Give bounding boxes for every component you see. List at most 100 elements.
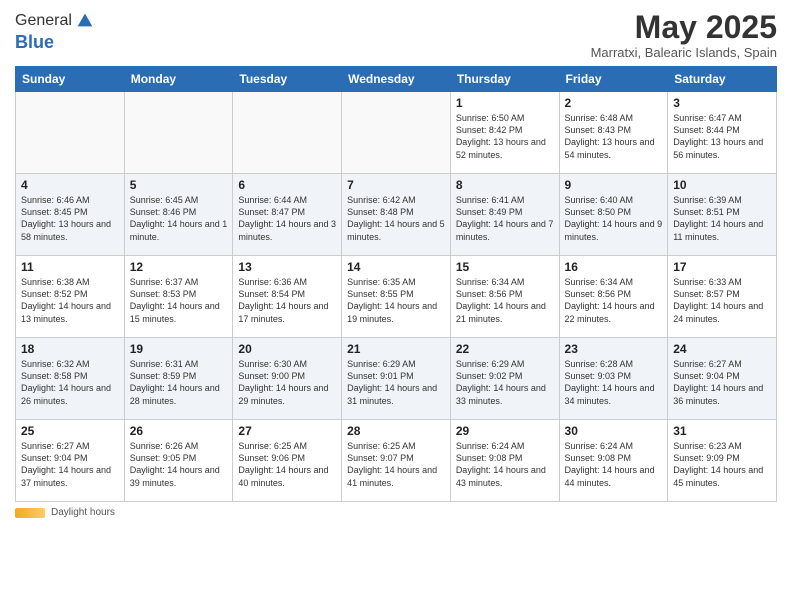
day-number: 9 <box>565 178 663 192</box>
calendar-cell: 13 Sunrise: 6:36 AM Sunset: 8:54 PM Dayli… <box>233 256 342 338</box>
month-title: May 2025 <box>591 10 777 45</box>
day-number: 14 <box>347 260 445 274</box>
calendar-cell <box>233 92 342 174</box>
calendar-week-3: 18 Sunrise: 6:32 AM Sunset: 8:58 PM Dayli… <box>16 338 777 420</box>
day-info: Sunrise: 6:41 AM Sunset: 8:49 PM Dayligh… <box>456 194 554 243</box>
calendar-cell: 25 Sunrise: 6:27 AM Sunset: 9:04 PM Dayli… <box>16 420 125 502</box>
day-number: 18 <box>21 342 119 356</box>
calendar-cell: 21 Sunrise: 6:29 AM Sunset: 9:01 PM Dayli… <box>342 338 451 420</box>
location: Marratxi, Balearic Islands, Spain <box>591 45 777 60</box>
calendar-cell: 9 Sunrise: 6:40 AM Sunset: 8:50 PM Daylig… <box>559 174 668 256</box>
day-info: Sunrise: 6:37 AM Sunset: 8:53 PM Dayligh… <box>130 276 228 325</box>
day-number: 15 <box>456 260 554 274</box>
calendar-cell: 24 Sunrise: 6:27 AM Sunset: 9:04 PM Dayli… <box>668 338 777 420</box>
day-info: Sunrise: 6:32 AM Sunset: 8:58 PM Dayligh… <box>21 358 119 407</box>
footer-note: Daylight hours <box>15 507 777 518</box>
title-block: May 2025 Marratxi, Balearic Islands, Spa… <box>591 10 777 60</box>
day-number: 27 <box>238 424 336 438</box>
day-number: 17 <box>673 260 771 274</box>
day-info: Sunrise: 6:45 AM Sunset: 8:46 PM Dayligh… <box>130 194 228 243</box>
day-number: 21 <box>347 342 445 356</box>
day-number: 20 <box>238 342 336 356</box>
calendar-cell: 15 Sunrise: 6:34 AM Sunset: 8:56 PM Dayli… <box>450 256 559 338</box>
calendar-week-1: 4 Sunrise: 6:46 AM Sunset: 8:45 PM Daylig… <box>16 174 777 256</box>
col-header-friday: Friday <box>559 67 668 92</box>
calendar-cell: 26 Sunrise: 6:26 AM Sunset: 9:05 PM Dayli… <box>124 420 233 502</box>
day-info: Sunrise: 6:30 AM Sunset: 9:00 PM Dayligh… <box>238 358 336 407</box>
calendar-cell: 4 Sunrise: 6:46 AM Sunset: 8:45 PM Daylig… <box>16 174 125 256</box>
day-info: Sunrise: 6:46 AM Sunset: 8:45 PM Dayligh… <box>21 194 119 243</box>
calendar-cell: 22Sunrise: 6:29 AM Sunset: 9:02 PM Dayli… <box>450 338 559 420</box>
day-number: 19 <box>130 342 228 356</box>
day-info: Sunrise: 6:39 AM Sunset: 8:51 PM Dayligh… <box>673 194 771 243</box>
col-header-wednesday: Wednesday <box>342 67 451 92</box>
calendar-cell: 31Sunrise: 6:23 AM Sunset: 9:09 PM Dayli… <box>668 420 777 502</box>
calendar-table: SundayMondayTuesdayWednesdayThursdayFrid… <box>15 66 777 502</box>
day-info: Sunrise: 6:44 AM Sunset: 8:47 PM Dayligh… <box>238 194 336 243</box>
day-number: 26 <box>130 424 228 438</box>
day-number: 25 <box>21 424 119 438</box>
day-number: 24 <box>673 342 771 356</box>
daylight-label: Daylight hours <box>51 507 115 518</box>
day-number: 13 <box>238 260 336 274</box>
calendar-cell <box>124 92 233 174</box>
day-info: Sunrise: 6:26 AM Sunset: 9:05 PM Dayligh… <box>130 440 228 489</box>
day-number: 12 <box>130 260 228 274</box>
calendar-cell: 12 Sunrise: 6:37 AM Sunset: 8:53 PM Dayli… <box>124 256 233 338</box>
day-info: Sunrise: 6:27 AM Sunset: 9:04 PM Dayligh… <box>673 358 771 407</box>
calendar-cell: 2Sunrise: 6:48 AM Sunset: 8:43 PM Daylig… <box>559 92 668 174</box>
day-number: 16 <box>565 260 663 274</box>
day-number: 28 <box>347 424 445 438</box>
col-header-sunday: Sunday <box>16 67 125 92</box>
calendar-cell: 16Sunrise: 6:34 AM Sunset: 8:56 PM Dayli… <box>559 256 668 338</box>
day-number: 5 <box>130 178 228 192</box>
calendar-cell: 5 Sunrise: 6:45 AM Sunset: 8:46 PM Daylig… <box>124 174 233 256</box>
calendar-cell: 30 Sunrise: 6:24 AM Sunset: 9:08 PM Dayli… <box>559 420 668 502</box>
day-info: Sunrise: 6:31 AM Sunset: 8:59 PM Dayligh… <box>130 358 228 407</box>
col-header-thursday: Thursday <box>450 67 559 92</box>
calendar-cell: 11Sunrise: 6:38 AM Sunset: 8:52 PM Dayli… <box>16 256 125 338</box>
calendar-week-2: 11Sunrise: 6:38 AM Sunset: 8:52 PM Dayli… <box>16 256 777 338</box>
day-number: 30 <box>565 424 663 438</box>
calendar-cell: 1 Sunrise: 6:50 AM Sunset: 8:42 PM Daylig… <box>450 92 559 174</box>
calendar-cell: 18 Sunrise: 6:32 AM Sunset: 8:58 PM Dayli… <box>16 338 125 420</box>
calendar-cell: 10Sunrise: 6:39 AM Sunset: 8:51 PM Dayli… <box>668 174 777 256</box>
calendar-cell: 14 Sunrise: 6:35 AM Sunset: 8:55 PM Dayli… <box>342 256 451 338</box>
day-number: 4 <box>21 178 119 192</box>
calendar-cell: 28 Sunrise: 6:25 AM Sunset: 9:07 PM Dayli… <box>342 420 451 502</box>
calendar-cell: 29Sunrise: 6:24 AM Sunset: 9:08 PM Dayli… <box>450 420 559 502</box>
day-info: Sunrise: 6:24 AM Sunset: 9:08 PM Dayligh… <box>565 440 663 489</box>
calendar-cell: 19 Sunrise: 6:31 AM Sunset: 8:59 PM Dayli… <box>124 338 233 420</box>
calendar-header-row: SundayMondayTuesdayWednesdayThursdayFrid… <box>16 67 777 92</box>
day-number: 6 <box>238 178 336 192</box>
calendar-cell: 6 Sunrise: 6:44 AM Sunset: 8:47 PM Daylig… <box>233 174 342 256</box>
day-info: Sunrise: 6:36 AM Sunset: 8:54 PM Dayligh… <box>238 276 336 325</box>
calendar-cell: 20 Sunrise: 6:30 AM Sunset: 9:00 PM Dayli… <box>233 338 342 420</box>
calendar-cell: 27 Sunrise: 6:25 AM Sunset: 9:06 PM Dayli… <box>233 420 342 502</box>
calendar-cell: 3Sunrise: 6:47 AM Sunset: 8:44 PM Daylig… <box>668 92 777 174</box>
day-info: Sunrise: 6:23 AM Sunset: 9:09 PM Dayligh… <box>673 440 771 489</box>
calendar-cell: 17Sunrise: 6:33 AM Sunset: 8:57 PM Dayli… <box>668 256 777 338</box>
calendar-week-4: 25 Sunrise: 6:27 AM Sunset: 9:04 PM Dayli… <box>16 420 777 502</box>
day-info: Sunrise: 6:27 AM Sunset: 9:04 PM Dayligh… <box>21 440 119 489</box>
day-info: Sunrise: 6:42 AM Sunset: 8:48 PM Dayligh… <box>347 194 445 243</box>
day-info: Sunrise: 6:47 AM Sunset: 8:44 PM Dayligh… <box>673 112 771 161</box>
day-number: 23 <box>565 342 663 356</box>
day-info: Sunrise: 6:35 AM Sunset: 8:55 PM Dayligh… <box>347 276 445 325</box>
day-info: Sunrise: 6:34 AM Sunset: 8:56 PM Dayligh… <box>456 276 554 325</box>
day-info: Sunrise: 6:48 AM Sunset: 8:43 PM Dayligh… <box>565 112 663 161</box>
day-info: Sunrise: 6:28 AM Sunset: 9:03 PM Dayligh… <box>565 358 663 407</box>
day-info: Sunrise: 6:25 AM Sunset: 9:07 PM Dayligh… <box>347 440 445 489</box>
day-info: Sunrise: 6:24 AM Sunset: 9:08 PM Dayligh… <box>456 440 554 489</box>
day-info: Sunrise: 6:50 AM Sunset: 8:42 PM Dayligh… <box>456 112 554 161</box>
logo-triangle-icon <box>74 8 96 30</box>
col-header-monday: Monday <box>124 67 233 92</box>
day-number: 1 <box>456 96 554 110</box>
col-header-tuesday: Tuesday <box>233 67 342 92</box>
day-number: 7 <box>347 178 445 192</box>
calendar-cell <box>342 92 451 174</box>
calendar-cell: 7 Sunrise: 6:42 AM Sunset: 8:48 PM Daylig… <box>342 174 451 256</box>
day-info: Sunrise: 6:40 AM Sunset: 8:50 PM Dayligh… <box>565 194 663 243</box>
day-info: Sunrise: 6:25 AM Sunset: 9:06 PM Dayligh… <box>238 440 336 489</box>
day-info: Sunrise: 6:29 AM Sunset: 9:01 PM Dayligh… <box>347 358 445 407</box>
